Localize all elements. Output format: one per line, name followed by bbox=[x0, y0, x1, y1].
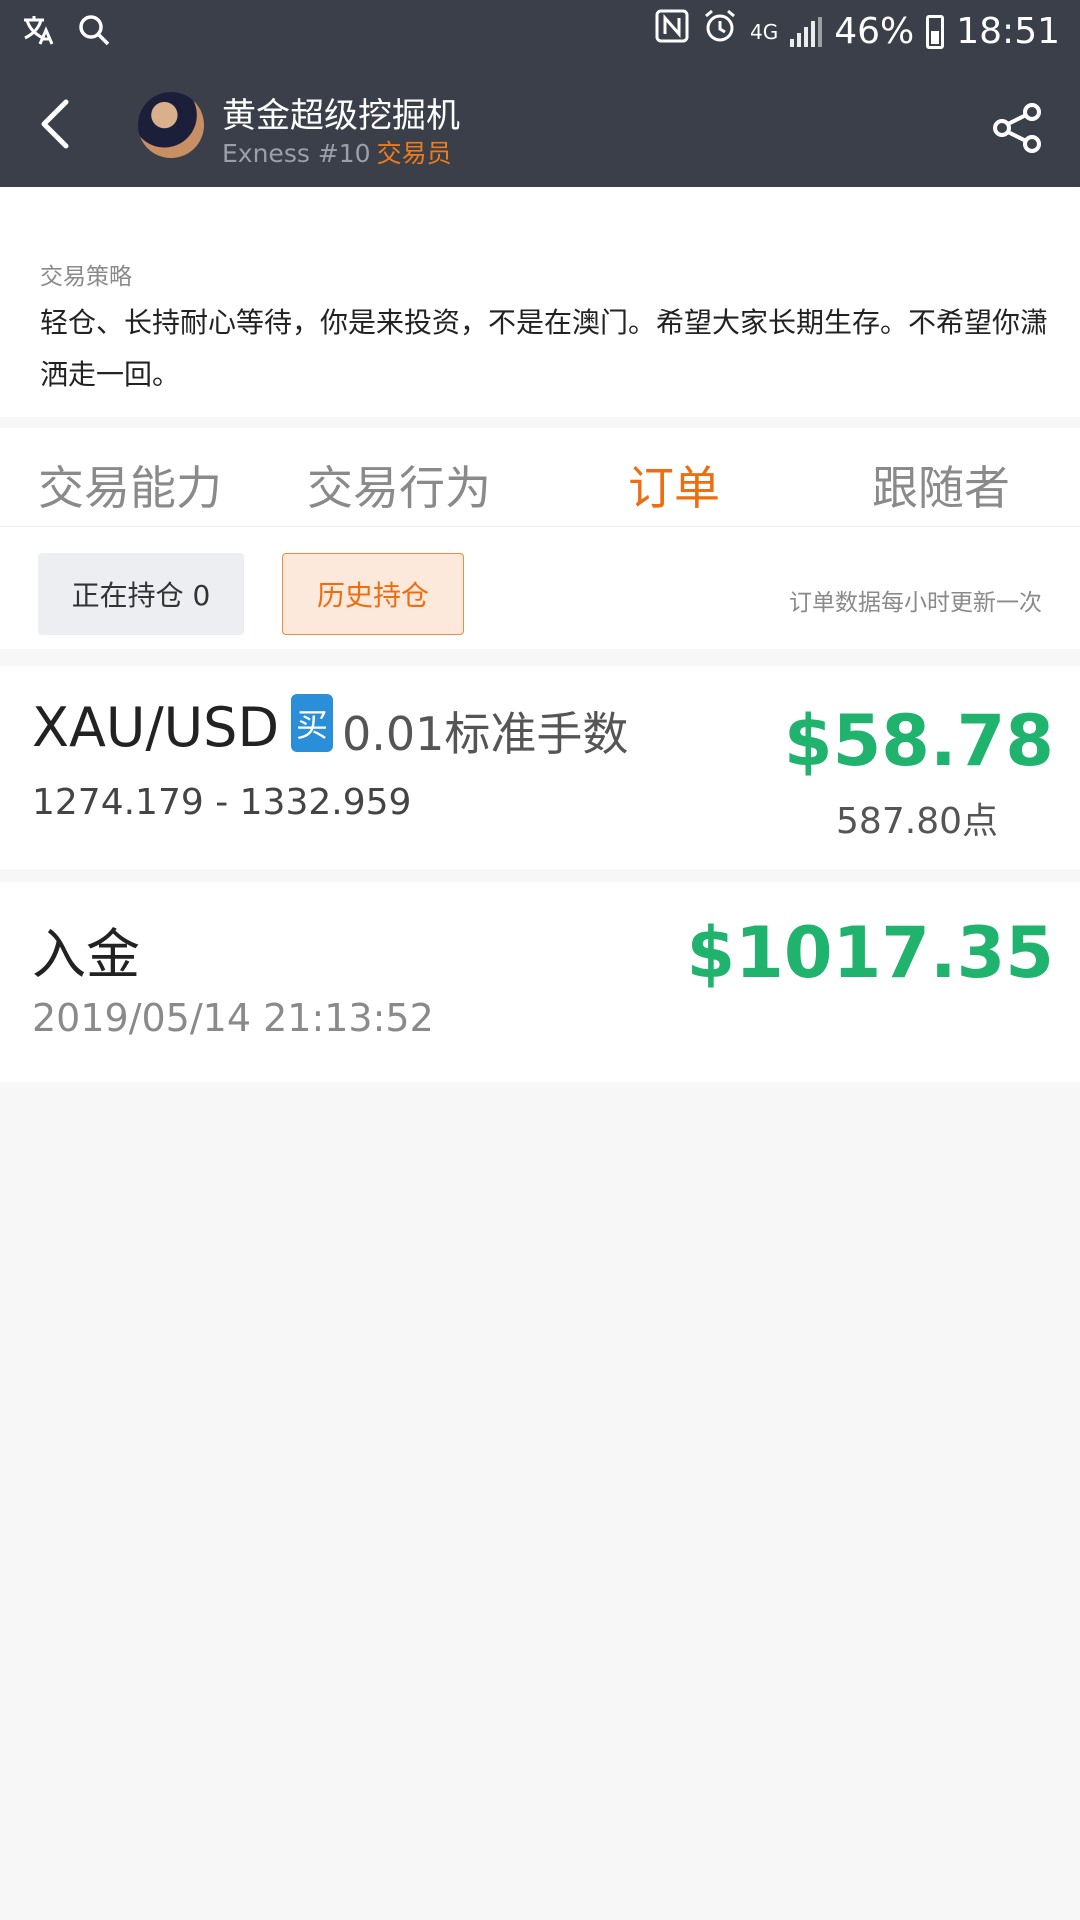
order-card[interactable]: XAU/USD 买 0.01标准手数 1274.179 - 1332.959 $… bbox=[0, 666, 1080, 869]
battery-icon bbox=[926, 14, 945, 49]
strategy-section: 交易策略 轻仓、长持耐心等待，你是来投资，不是在澳门。希望大家长期生存。不希望你… bbox=[0, 187, 1080, 417]
trader-subtitle: Exness #10 交易员 bbox=[222, 134, 452, 170]
role-label: 交易员 bbox=[376, 139, 452, 168]
broker-label: Exness #10 bbox=[222, 139, 371, 168]
deposit-time: 2019/05/14 21:13:52 bbox=[32, 996, 434, 1040]
deposit-amount: $1017.35 bbox=[686, 912, 1054, 994]
open-positions-button[interactable]: 正在持仓 0 bbox=[38, 553, 244, 635]
search-icon bbox=[76, 12, 112, 59]
status-left bbox=[18, 10, 112, 61]
trader-name: 黄金超级挖掘机 bbox=[222, 96, 460, 136]
4g-icon: 4G bbox=[750, 19, 779, 44]
buy-badge: 买 bbox=[291, 694, 333, 752]
tab-followers[interactable]: 跟随者 bbox=[872, 452, 1010, 518]
deposit-card[interactable]: 入金 2019/05/14 21:13:52 $1017.35 bbox=[0, 882, 1080, 1082]
order-lots: 0.01标准手数 bbox=[342, 707, 629, 761]
clock: 18:51 bbox=[956, 11, 1060, 52]
status-right: 4G 46% 18:51 bbox=[654, 8, 1060, 55]
strategy-text: 轻仓、长持耐心等待，你是来投资，不是在澳门。希望大家长期生存。不希望你潇洒走一回… bbox=[40, 306, 1049, 391]
deposit-title: 入金 bbox=[32, 923, 140, 986]
strategy-label: 交易策略 bbox=[40, 264, 132, 290]
history-positions-button[interactable]: 历史持仓 bbox=[282, 553, 464, 635]
share-button[interactable] bbox=[990, 100, 1046, 156]
tab-bar: 交易能力 交易行为 订单 跟随者 bbox=[0, 428, 1080, 527]
battery-percent: 46% bbox=[834, 11, 915, 52]
status-bar: 4G 46% 18:51 bbox=[0, 0, 1080, 64]
back-button[interactable] bbox=[30, 88, 90, 160]
signal-icon bbox=[790, 16, 823, 47]
nfc-icon bbox=[654, 8, 690, 55]
order-points: 587.80点 bbox=[836, 801, 998, 842]
tab-trading-ability[interactable]: 交易能力 bbox=[38, 452, 222, 518]
order-price-range: 1274.179 - 1332.959 bbox=[32, 782, 412, 823]
tab-trading-behavior[interactable]: 交易行为 bbox=[307, 452, 491, 518]
tab-orders[interactable]: 订单 bbox=[628, 452, 720, 518]
profile-header: 黄金超级挖掘机 Exness #10 交易员 bbox=[0, 64, 1080, 187]
top-bar: 4G 46% 18:51 黄金超级挖掘机 Exness #10 交易员 bbox=[0, 0, 1080, 187]
order-profit: $58.78 bbox=[783, 700, 1054, 782]
share-icon bbox=[993, 103, 1041, 153]
alarm-icon bbox=[702, 8, 738, 55]
translate-icon bbox=[18, 10, 58, 61]
chevron-left-icon bbox=[41, 99, 69, 149]
update-note: 订单数据每小时更新一次 bbox=[789, 590, 1042, 616]
avatar[interactable] bbox=[138, 92, 204, 158]
order-symbol: XAU/USD bbox=[32, 696, 280, 759]
order-filter-row: 正在持仓 0 历史持仓 订单数据每小时更新一次 bbox=[0, 527, 1080, 649]
